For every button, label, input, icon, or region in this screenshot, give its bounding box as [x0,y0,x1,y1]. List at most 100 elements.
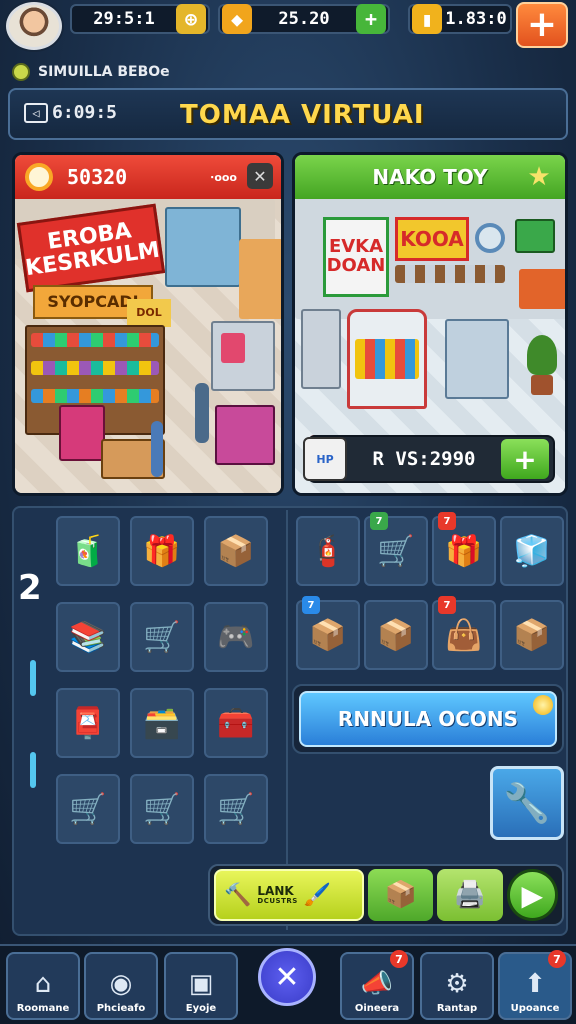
action-box-button[interactable]: 📦 [368,869,434,921]
bonus-button-label: RNNULA OCONS [337,707,519,731]
home-icon: ⌂ [34,969,52,999]
status-dot-icon [12,63,30,81]
nav-settings[interactable]: ⚙ Rantap [420,952,494,1020]
store-right-header: NAKO TOY ★ [295,155,565,199]
nav-profile[interactable]: ◉ Phcieafo [84,952,158,1020]
nav-store[interactable]: ▣ Eyoje [164,952,238,1020]
gems-value: 1.83:0 [445,9,507,29]
page-title: TOMAA VIRTUAI [180,100,425,130]
inventory-slot[interactable]: 🛒 [130,602,194,672]
inventory-slot[interactable]: 📦 7 [296,596,360,670]
player-avatar[interactable] [6,2,62,50]
store-right-title: NAKO TOY [372,165,488,189]
player-stat-plus-icon[interactable]: ⊕ [176,4,206,34]
timer-value: 6:09:5 [52,102,118,123]
shop-sign-evka: EVKA DOAN [323,217,389,297]
inventory-slot[interactable]: 🧃 [56,516,120,586]
action-machine-button[interactable]: 🖨️ [437,869,503,921]
nav-settings-label: Rantap [436,1003,478,1014]
action-build-label: LANK DCUSTRS [257,883,298,906]
subtitle-row: SIMUILLA BEBOe [12,60,170,84]
inventory-slot[interactable]: 🧊 [500,516,564,586]
shop-plus-button[interactable]: + [516,2,568,48]
store-card-left[interactable]: 50320 ∙ooo ✕ EROBA KESRKULM SYOPCADI DOL [12,152,284,496]
close-button[interactable]: ✕ [258,948,316,1006]
inventory-slot[interactable]: 📮 [56,688,120,758]
inventory-slot[interactable]: 🧯 [296,516,360,586]
store-card-right[interactable]: NAKO TOY ★ EVKA DOAN KOOA HP R VS:2990 + [292,152,568,496]
action-row: 🔨 LANK DCUSTRS 🖌️ 📦 🖨️ ▶ [208,864,564,926]
inventory-slot[interactable]: 🛒 [130,774,194,844]
inventory-slot[interactable]: 🎁 [130,516,194,586]
header-band: ◁ 6:09:5 TOMAA VIRTUAI [8,88,568,140]
inventory-slot[interactable]: 🎁 7 [432,512,496,586]
notification-badge: 7 [548,950,566,968]
scroll-marker[interactable] [30,752,36,788]
top-bar: 29:5:1 ⊕ ◆ 25.20 + ▮ 1.83:0 + [0,0,576,52]
store-left-scene: EROBA KESRKULM SYOPCADI DOL [15,199,281,493]
nav-home[interactable]: ⌂ Roomane [6,952,80,1020]
shop-sign-small: DOL [127,299,171,327]
inventory-page-number: 2 [18,568,42,608]
nav-upgrade-label: Upoance [510,1003,560,1014]
megaphone-icon: 📣 [360,969,394,999]
target-icon: ◉ [109,969,133,999]
nav-home-label: Roomane [16,1003,70,1014]
sparkle-icon [533,695,553,715]
item-icon: 📦 [513,617,551,653]
inventory-slot[interactable]: 📚 [56,602,120,672]
bonus-button[interactable]: RNNULA OCONS [299,691,557,747]
inventory-slot[interactable]: 📦 [364,600,428,670]
timer: ◁ 6:09:5 [24,102,117,123]
inventory-slot[interactable]: 👜 7 [432,596,496,670]
hammer-icon: 🔨 [224,882,252,908]
slot-badge: 7 [438,596,456,614]
box-icon: 📦 [384,880,418,910]
store-icon: ▣ [188,969,214,999]
slot-badge: 7 [302,596,320,614]
next-arrow-button[interactable]: ▶ [506,869,558,921]
price-bar: HP R VS:2990 + [303,435,555,483]
store-left-header: 50320 ∙ooo ✕ [15,155,281,199]
search-icon[interactable] [25,163,53,191]
item-icon: 🧯 [309,533,347,569]
action-build-button[interactable]: 🔨 LANK DCUSTRS 🖌️ [214,869,365,921]
action-build-title: LANK [257,883,294,898]
machine-icon: 🖨️ [453,880,487,910]
item-icon: 📦 [377,617,415,653]
coins-value: 25.20 [278,9,330,29]
nav-store-label: Eyoje [185,1003,217,1014]
price-tag-icon: HP [303,437,347,481]
action-build-sub: DCUSTRS [257,896,298,905]
item-icon: 📦 [309,617,347,653]
wrench-tool-icon: 🔧 [503,780,551,825]
coins-pill: ◆ 25.20 + [218,4,390,34]
nav-upgrade[interactable]: ⬆ Upoance 7 [498,950,572,1020]
upgrade-icon: ⬆ [524,969,546,999]
slot-badge: 7 [438,512,456,530]
buy-button[interactable]: + [501,439,549,479]
subtitle-text: SIMUILLA BEBOe [38,64,170,80]
item-icon: 🛒 [377,533,415,569]
inventory-slot[interactable]: 📦 [500,600,564,670]
inventory-slot[interactable]: 🛒 [204,774,268,844]
player-stat-value: 29:5:1 [93,9,155,29]
nav-orders-label: Oineera [354,1003,400,1014]
inventory-slot[interactable]: 🎮 [204,602,268,672]
notification-badge: 7 [390,950,408,968]
tool-button[interactable]: 🔧 [490,766,564,840]
wrench-icon[interactable]: ✕ [247,163,273,189]
inventory-slot[interactable]: 🧰 [204,688,268,758]
nav-orders[interactable]: 📣 Oineera 7 [340,950,414,1020]
coins-plus-button[interactable]: + [356,4,386,34]
inventory-slot[interactable]: 🗃️ [130,688,194,758]
scroll-marker[interactable] [30,660,36,696]
item-icon: 🎁 [445,533,483,569]
inventory-slot[interactable]: 📦 [204,516,268,586]
inventory-slot[interactable]: 🛒 [56,774,120,844]
favorite-star-icon[interactable]: ★ [523,161,555,193]
ticket-icon: ▮ [412,4,442,34]
item-icon: 🧊 [513,533,551,569]
store-left-value: 50320 [67,165,128,189]
inventory-slot[interactable]: 🛒 7 [364,512,428,586]
